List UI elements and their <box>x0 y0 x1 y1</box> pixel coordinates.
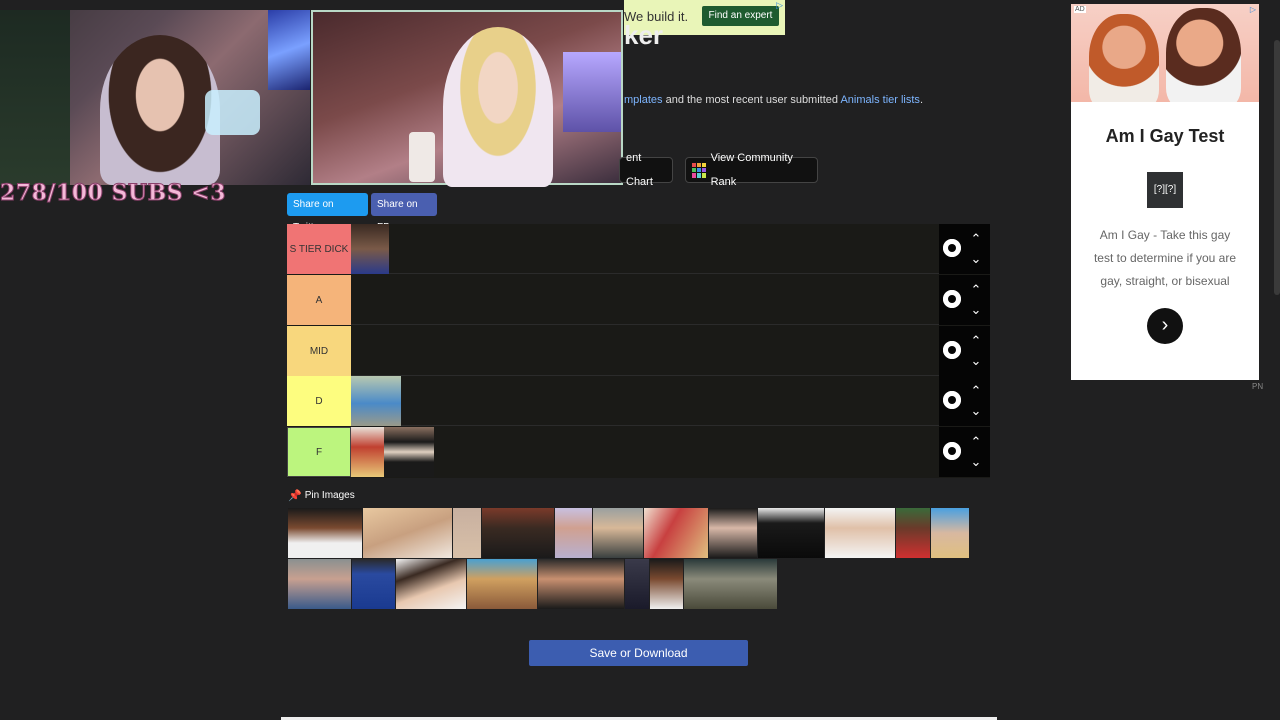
ad-tag: AD <box>1074 6 1086 13</box>
tier-item-image[interactable] <box>384 427 434 477</box>
view-community-rank-button[interactable]: View Community Rank <box>685 152 818 188</box>
tier-label[interactable]: MID <box>287 326 351 376</box>
gear-icon[interactable] <box>940 236 964 260</box>
streamer-image <box>100 35 220 185</box>
gear-icon[interactable] <box>940 388 964 412</box>
save-or-download-button[interactable]: Save or Download <box>529 640 748 666</box>
tier-row: F ⌃ ⌄ <box>287 427 990 477</box>
ad-logo: [?][?] <box>1147 172 1183 208</box>
templates-link[interactable]: mplates <box>624 94 663 106</box>
pin-images-toggle[interactable]: 📌 Pin Images <box>288 489 355 502</box>
tier-items[interactable] <box>351 224 938 274</box>
wall-poster-image <box>268 10 310 90</box>
tier-row: D ⌃ ⌄ <box>287 376 990 426</box>
monitor-image <box>563 52 621 132</box>
grid-icon <box>692 162 706 178</box>
find-expert-button[interactable]: Find an expert <box>702 6 779 26</box>
ring-light-image <box>205 90 260 135</box>
tier-label[interactable]: D <box>287 376 351 426</box>
chevron-down-icon[interactable]: ⌄ <box>969 354 983 368</box>
share-fb-button[interactable]: Share on FB <box>371 193 437 233</box>
scrollbar[interactable] <box>1274 40 1280 295</box>
tier-label[interactable]: F <box>287 427 351 477</box>
chevron-down-icon[interactable]: ⌄ <box>969 455 983 469</box>
chevron-up-icon[interactable]: ⌃ <box>969 283 983 297</box>
page-description: mplates and the most recent user submitt… <box>624 94 923 106</box>
ad-illustration <box>1071 4 1259 102</box>
tier-item-image[interactable] <box>351 376 401 426</box>
tier-items[interactable] <box>351 326 938 376</box>
gear-icon[interactable] <box>940 439 964 463</box>
pool-image[interactable] <box>625 559 649 609</box>
pool-image[interactable] <box>555 508 592 558</box>
pool-image[interactable] <box>288 559 351 609</box>
pool-image[interactable] <box>644 508 708 558</box>
ad-info-icon[interactable]: ▷ <box>1250 5 1256 14</box>
gear-icon[interactable] <box>940 338 964 362</box>
ad-info-icon[interactable]: ▷ <box>776 0 783 11</box>
tier-label[interactable]: A <box>287 275 351 325</box>
tier-controls: ⌃ ⌄ <box>939 427 990 477</box>
tier-items[interactable] <box>351 376 938 426</box>
tier-item-image[interactable] <box>351 224 389 274</box>
pool-image[interactable] <box>453 508 481 558</box>
pool-image[interactable] <box>363 508 452 558</box>
pool-image[interactable] <box>684 559 777 609</box>
side-ad[interactable]: AD ▷ Am I Gay Test [?][?] Am I Gay - Tak… <box>1071 4 1259 380</box>
pool-image[interactable] <box>396 559 466 609</box>
tier-label[interactable]: S TIER DICK <box>287 224 351 274</box>
tier-controls: ⌃ ⌄ <box>939 224 990 274</box>
tier-controls: ⌃ ⌄ <box>939 275 990 325</box>
chevron-up-icon[interactable]: ⌃ <box>969 334 983 348</box>
subs-counter: 278/100 SUBS <3 <box>0 180 226 207</box>
streamer-webcam-left <box>0 10 310 185</box>
tier-item-image[interactable] <box>351 427 384 477</box>
pool-image[interactable] <box>352 559 395 609</box>
pin-icon: 📌 <box>288 490 302 502</box>
pool-image[interactable] <box>593 508 643 558</box>
christmas-tree-image <box>0 10 70 185</box>
cup-image <box>409 132 435 182</box>
streamer-image <box>443 27 553 187</box>
share-twitter-button[interactable]: Share on Twitter <box>287 193 368 233</box>
tier-controls: ⌃ ⌄ <box>939 326 990 376</box>
pool-image[interactable] <box>482 508 554 558</box>
tier-items[interactable] <box>351 275 938 325</box>
pool-image[interactable] <box>825 508 895 558</box>
ad-title[interactable]: Am I Gay Test <box>1071 126 1259 147</box>
ad-body: Am I Gay - Take this gay test to determi… <box>1093 228 1237 288</box>
gear-icon[interactable] <box>940 287 964 311</box>
tier-controls: ⌃ ⌄ <box>939 376 990 426</box>
chevron-down-icon[interactable]: ⌄ <box>969 252 983 266</box>
page-title: ker <box>624 20 664 50</box>
chevron-up-icon[interactable]: ⌃ <box>969 232 983 246</box>
pool-image[interactable] <box>758 508 824 558</box>
pool-image[interactable] <box>467 559 537 609</box>
animals-tier-lists-link[interactable]: Animals tier lists <box>840 94 919 106</box>
chevron-right-icon[interactable]: › <box>1147 308 1183 344</box>
pool-image[interactable] <box>896 508 930 558</box>
tier-row: MID ⌃ ⌄ <box>287 326 990 376</box>
image-pool <box>288 508 970 610</box>
tier-row: A ⌃ ⌄ <box>287 275 990 325</box>
tier-items[interactable] <box>351 427 938 477</box>
chevron-down-icon[interactable]: ⌄ <box>969 303 983 317</box>
pool-image[interactable] <box>931 508 969 558</box>
pool-image[interactable] <box>709 508 757 558</box>
tier-list: S TIER DICK ⌃ ⌄ A ⌃ ⌄ MID ⌃ ⌄ D ⌃ ⌄ F ⌃ … <box>287 224 990 478</box>
chevron-up-icon[interactable]: ⌃ <box>969 435 983 449</box>
alignment-chart-button[interactable]: ent Chart <box>619 152 673 188</box>
pool-image[interactable] <box>288 508 362 558</box>
ad-footer: PN <box>1252 382 1264 391</box>
chevron-up-icon[interactable]: ⌃ <box>969 384 983 398</box>
pool-image[interactable] <box>650 559 683 609</box>
tier-row: S TIER DICK ⌃ ⌄ <box>287 224 990 274</box>
streamer-webcam-right <box>311 10 623 187</box>
pool-image[interactable] <box>538 559 624 609</box>
chevron-down-icon[interactable]: ⌄ <box>969 404 983 418</box>
